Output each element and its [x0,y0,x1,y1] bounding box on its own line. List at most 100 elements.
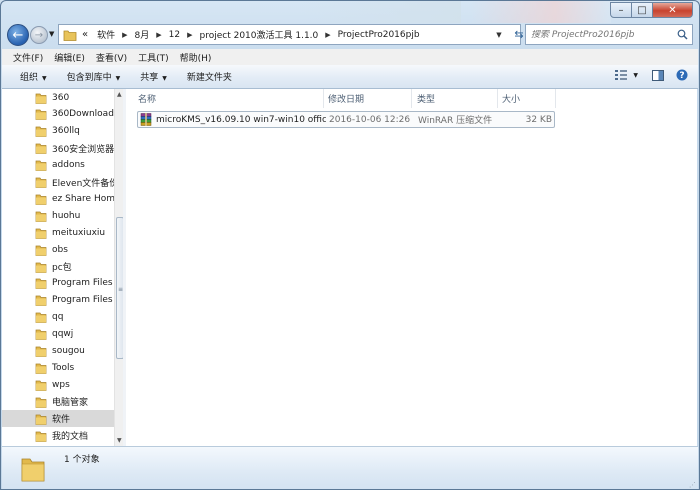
breadcrumb-item[interactable]: 软件 [97,28,115,41]
column-header-name[interactable]: 名称 [126,89,324,108]
breadcrumb-item[interactable]: 8月 [135,28,150,41]
details-pane: 1 个对象 ⋰ [2,446,698,489]
sidebar-item[interactable]: obs [2,241,114,258]
file-size-cell: 32 KB [525,114,552,125]
sidebar-item[interactable]: huohu [2,207,114,224]
search-box[interactable] [525,24,693,45]
address-bar[interactable]: « 软件 ▶ 8月 ▶ 12 ▶ project 2010激活工具 1.1.0 … [58,24,521,45]
sidebar-item[interactable]: pc包 [2,258,114,275]
search-input[interactable] [531,29,671,40]
sidebar-item[interactable]: ez Share Home [2,190,114,207]
address-dropdown-icon[interactable]: ▼ [492,31,506,39]
menu-tools[interactable]: 工具(T) [138,51,169,64]
sidebar-item[interactable]: 360Downloads [2,106,114,123]
share-button[interactable]: 共享 ▼ [140,70,167,83]
sidebar-item-label: huohu [52,210,81,221]
arrow-right-icon: → [34,29,44,41]
share-label: 共享 [140,73,159,83]
sidebar-item[interactable]: qqwj [2,326,114,343]
folder-icon [35,414,47,425]
sidebar-item[interactable]: 软件 [2,410,114,428]
folder-icon [35,211,47,222]
breadcrumb-separator-icon[interactable]: ▶ [156,31,161,39]
sidebar-item-label: 360llq [52,126,80,137]
sidebar-item[interactable]: sougou [2,343,114,360]
scroll-thumb[interactable]: ≡ [116,217,123,359]
scroll-up-icon[interactable]: ▲ [117,91,122,98]
sidebar-item-label: obs [52,244,68,255]
minimize-button[interactable]: – [610,2,632,18]
preview-pane-icon[interactable] [652,69,664,81]
recent-pages-dropdown[interactable]: ▼ [49,30,54,38]
sidebar-item[interactable]: qq [2,309,114,326]
sidebar-item[interactable]: 360安全浏览器 [2,140,114,157]
folder-icon [35,126,47,138]
sidebar-item[interactable]: 360 [2,89,114,106]
breadcrumb-separator-icon[interactable]: ▶ [325,31,330,39]
navigation-row: ← → ▼ « 软件 ▶ 8月 ▶ 12 ▶ project 2010激活工具 … [7,23,693,47]
folder-icon [35,312,47,324]
navigation-scrollbar[interactable]: ▲ ≡ ▼ [114,89,123,446]
scroll-down-icon[interactable]: ▼ [117,437,122,444]
file-name: microKMS_v16.09.10 win7-win10 offic... [156,114,326,125]
maximize-button[interactable]: □ [632,2,653,18]
sidebar-item[interactable]: Tools [2,359,114,376]
sidebar-item-label: Eleven文件备份 [52,178,114,189]
breadcrumb-item[interactable]: project 2010激活工具 1.1.0 [200,28,319,41]
sidebar-item[interactable]: Eleven文件备份 [2,174,114,191]
folder-icon [35,380,47,391]
menu-file[interactable]: 文件(F) [13,51,43,64]
folder-icon [35,329,47,340]
sidebar-item[interactable]: 电脑管家 [2,393,114,410]
sidebar-item[interactable]: meituxiuxiu [2,224,114,241]
sidebar-item[interactable]: 360llq [2,123,114,140]
folder-icon [35,363,47,374]
item-count: 1 个对象 [64,455,100,465]
breadcrumb-separator-icon[interactable]: ▶ [187,31,192,39]
view-dropdown-icon[interactable]: ▼ [633,72,638,79]
sidebar-item[interactable]: Program Files [2,275,114,292]
breadcrumb-separator-icon[interactable]: ▶ [122,31,127,39]
sidebar-item[interactable]: wps [2,376,114,393]
column-header-type[interactable]: 类型 [412,89,498,108]
column-header-modified[interactable]: 修改日期 [324,89,412,108]
organize-button[interactable]: 组织 ▼ [20,70,47,83]
sidebar-item-label: Program Files [52,295,113,306]
close-button[interactable]: ✕ [653,2,693,18]
resize-grip-icon[interactable]: ⋰ [689,481,696,489]
include-in-library-button[interactable]: 包含到库中 ▼ [67,70,121,83]
breadcrumb-overflow[interactable]: « [82,29,88,40]
command-bar: 组织 ▼ 包含到库中 ▼ 共享 ▼ 新建文件夹 ▼ ? [2,65,698,89]
include-in-library-label: 包含到库中 [66,73,112,83]
new-folder-button[interactable]: 新建文件夹 [187,70,232,83]
title-bar-background-right [471,1,611,23]
folder-icon [35,93,47,104]
back-button[interactable]: ← [7,24,29,46]
folder-icon [35,279,47,290]
forward-button[interactable]: → [30,26,48,44]
chevron-down-icon: ▼ [162,75,167,82]
sidebar-item[interactable]: addons [2,157,114,174]
breadcrumb-item[interactable]: 12 [169,30,180,40]
sidebar-item-label: 360安全浏览器 [52,144,114,155]
sidebar-item-label: 电脑管家 [52,398,89,409]
folder-icon [35,295,47,307]
menu-help[interactable]: 帮助(H) [180,51,212,64]
sidebar-item-label: sougou [52,346,85,356]
help-icon[interactable]: ? [676,69,688,81]
sidebar-item[interactable]: Program Files [2,292,114,309]
folder-icon [35,160,47,171]
view-options-icon[interactable] [615,70,628,80]
file-list: 名称 修改日期 类型 大小 microKMS_v16.09.10 win7-wi… [126,89,697,446]
folder-icon [63,30,77,41]
arrow-left-icon: ← [12,27,24,43]
menu-view[interactable]: 查看(V) [96,51,127,64]
menu-edit[interactable]: 编辑(E) [54,51,85,64]
sidebar-item[interactable]: 我的文档 [2,427,114,444]
file-row[interactable]: microKMS_v16.09.10 win7-win10 offic... 2… [137,111,555,128]
breadcrumb-item-current[interactable]: ProjectPro2016pjb [338,30,420,40]
column-header-size[interactable]: 大小 [498,89,556,108]
svg-text:?: ? [679,71,684,81]
search-icon[interactable] [677,29,688,40]
folder-icon [35,245,47,256]
